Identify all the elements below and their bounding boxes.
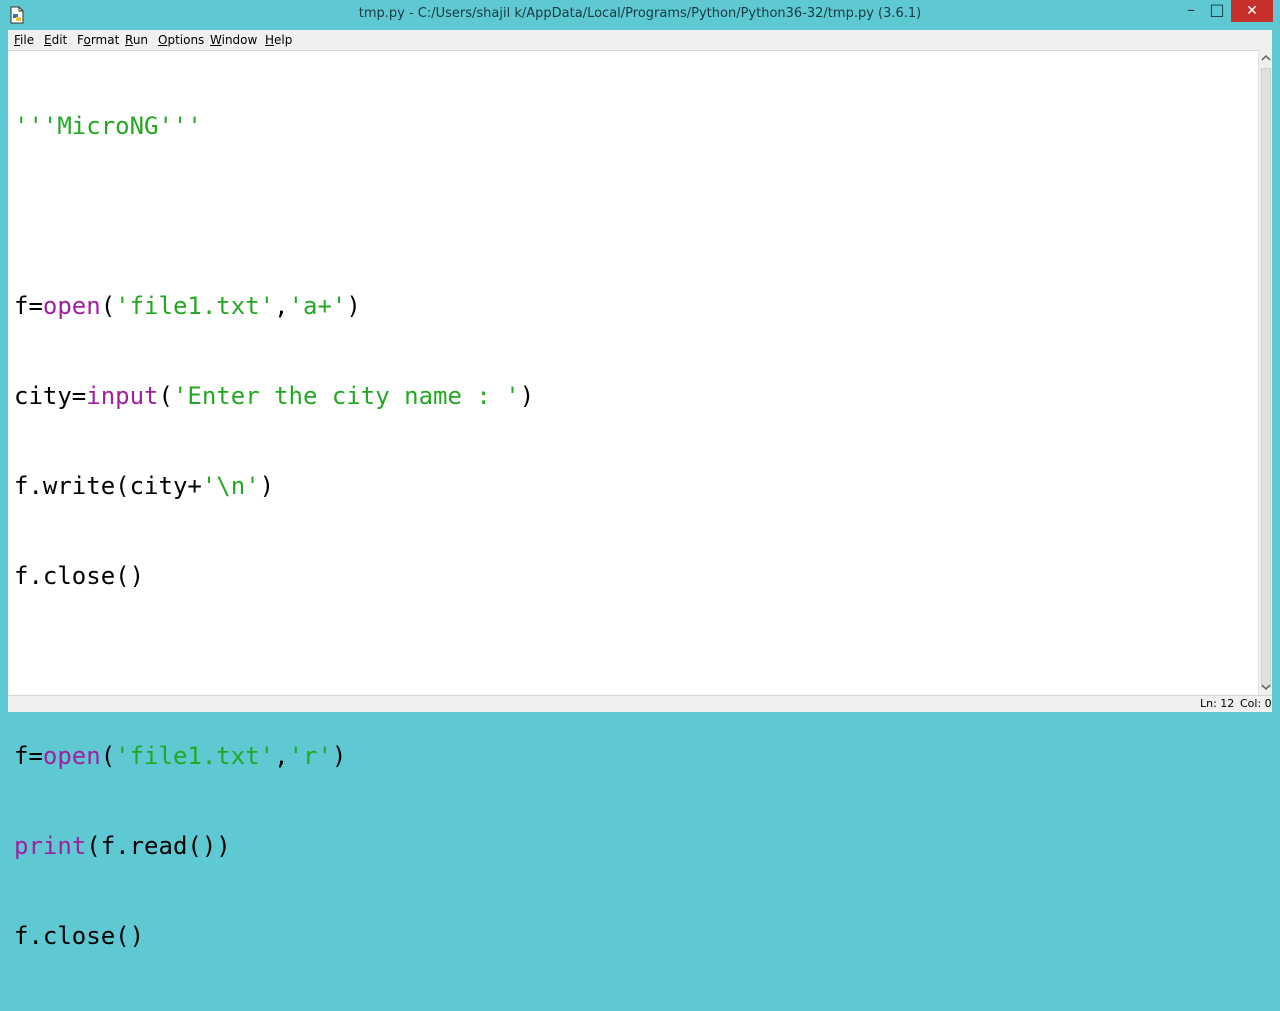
menu-options[interactable]: Options [158, 33, 204, 47]
scroll-down-arrow-icon[interactable] [1259, 679, 1273, 695]
menu-run[interactable]: Run [125, 33, 148, 47]
menu-format[interactable]: Format [77, 33, 119, 47]
vertical-scrollbar[interactable] [1258, 50, 1272, 695]
menu-bar: File Edit Format Run Options Window Help [8, 30, 1272, 50]
code-line-5: f.write(city+'\n') [14, 472, 275, 500]
idle-editor-window: tmp.py - C:/Users/shajil k/AppData/Local… [0, 0, 1280, 950]
menu-help[interactable]: Help [265, 33, 292, 47]
code-line-3: f=open('file1.txt','a+') [14, 292, 361, 320]
minimize-icon[interactable]: – [1178, 0, 1204, 22]
window-title: tmp.py - C:/Users/shajil k/AppData/Local… [358, 6, 922, 21]
code-line-10: f.close() [14, 922, 145, 950]
status-column-number: Col: 0 [1240, 697, 1272, 710]
status-bar: Ln: 12 Col: 0 [8, 695, 1272, 712]
scroll-up-arrow-icon[interactable] [1259, 50, 1273, 66]
code-line-6: f.close() [14, 562, 145, 590]
scrollbar-thumb[interactable] [1261, 68, 1271, 688]
menu-window[interactable]: Window [210, 33, 257, 47]
code-line-1: '''MicroNG''' [14, 111, 534, 141]
builtin-input: input [86, 382, 159, 410]
builtin-print: print [14, 832, 87, 860]
builtin-open: open [42, 292, 101, 320]
menu-file[interactable]: File [14, 33, 34, 47]
close-icon[interactable]: ✕ [1231, 0, 1273, 22]
code-editor[interactable]: '''MicroNG''' f=open('file1.txt','a+') c… [8, 50, 1258, 950]
builtin-open: open [42, 742, 101, 770]
maximize-icon[interactable]: □ [1204, 0, 1230, 22]
code-line-8: f=open('file1.txt','r') [14, 742, 347, 770]
code-line-9: print(f.read()) [14, 832, 231, 860]
status-line-number: Ln: 12 [1200, 697, 1235, 710]
minimize-glyph: – [1187, 0, 1195, 19]
title-bar[interactable]: tmp.py - C:/Users/shajil k/AppData/Local… [0, 0, 1280, 30]
close-glyph: ✕ [1246, 3, 1258, 19]
docstring: '''MicroNG''' [14, 112, 202, 140]
code-line-4: city=input('Enter the city name : ') [14, 382, 535, 410]
maximize-glyph: □ [1209, 0, 1225, 19]
menu-edit[interactable]: Edit [44, 33, 67, 47]
code-text[interactable]: '''MicroNG''' f=open('file1.txt','a+') c… [14, 51, 534, 1011]
